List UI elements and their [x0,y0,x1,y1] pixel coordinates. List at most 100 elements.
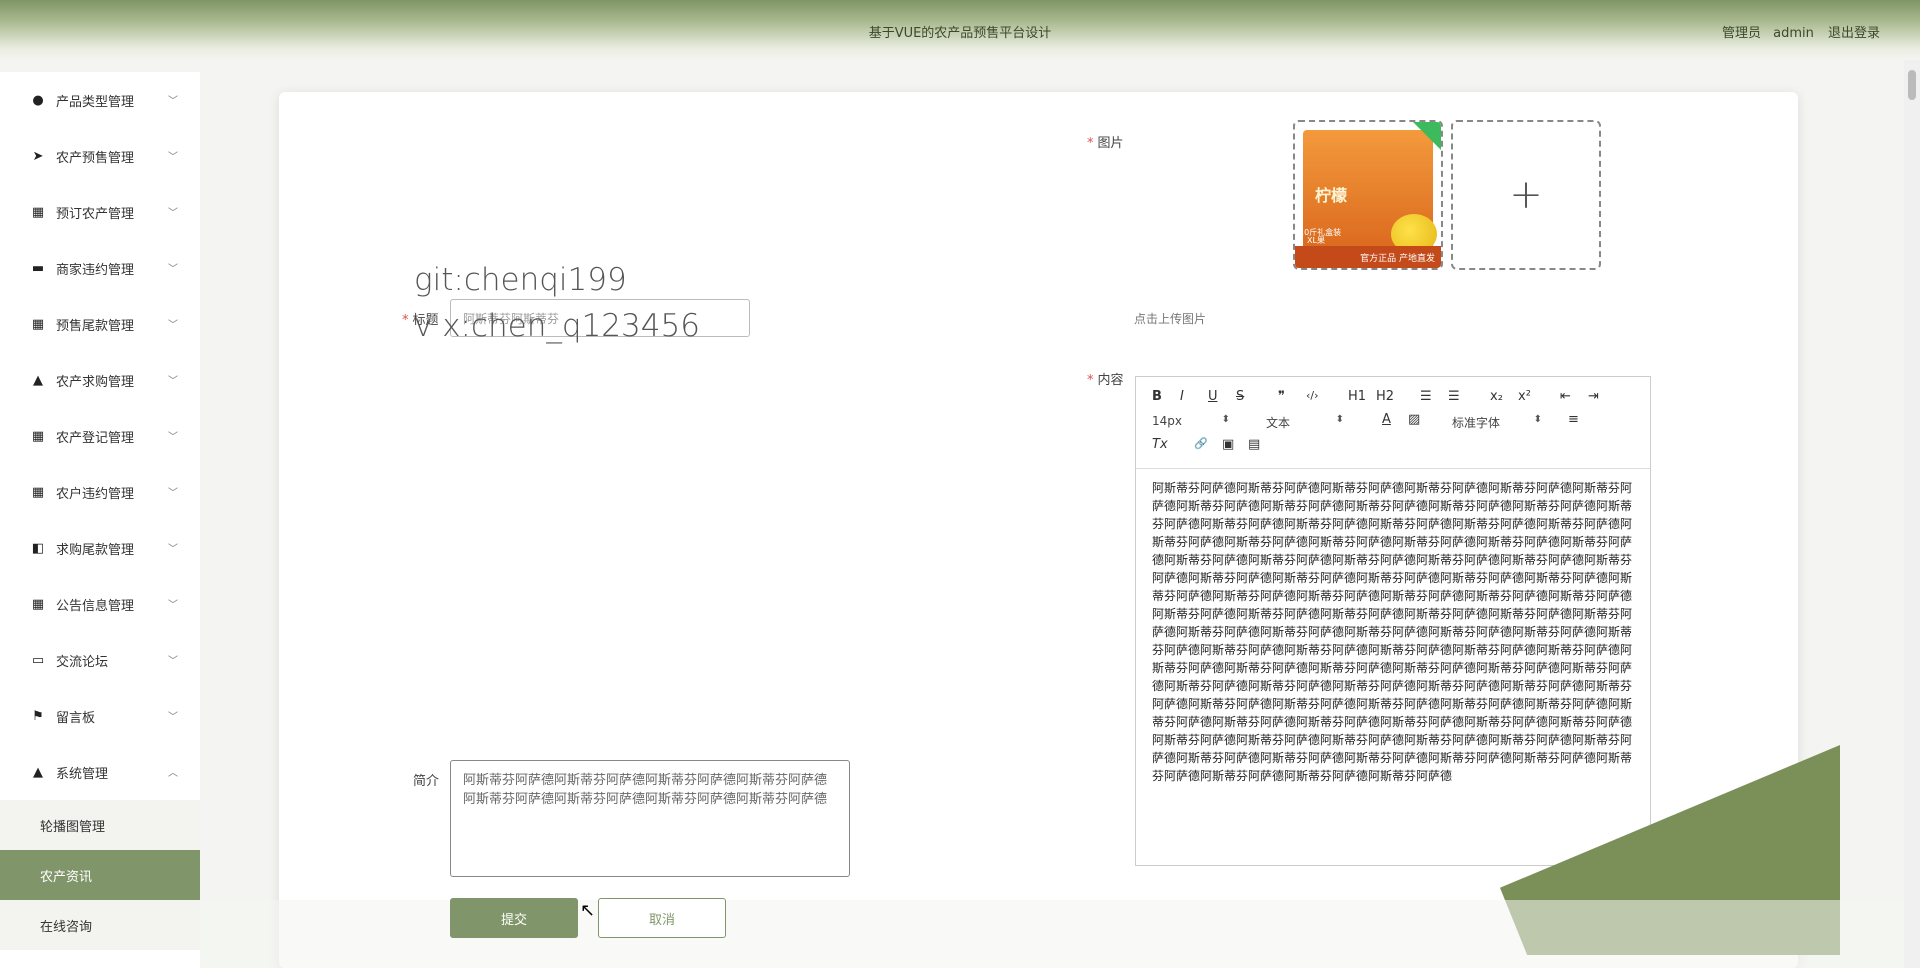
image-label: * 图片 [1087,136,1124,151]
font-size-select[interactable]: 14px [1152,414,1230,428]
sidebar-item-label: 求购尾款管理 [56,542,135,558]
product-name: 柠檬 [1315,186,1348,205]
sidebar-item-booking[interactable]: ▦ 预订农产管理 ﹀ [0,184,200,240]
required-mark: * [1087,373,1094,388]
text-color-button[interactable]: A [1382,412,1391,427]
sidebar-item-product-types[interactable]: ● 产品类型管理 ﹀ [0,72,200,128]
subscript-button[interactable]: x₂ [1490,389,1503,404]
rich-text-editor: B I U S ❞ ‹/› H1 H2 ☰ ☰ x₂ x² ⇤ ⇥ 14px 文… [1135,376,1651,866]
app-title: 基于VUE的农产品预售平台设计 [868,26,1052,41]
sidebar-item-label: 农户违约管理 [56,486,135,502]
watermark-line2: v x:chen_q123456 [414,308,700,344]
sidebar-item-system[interactable]: ▲ 系统管理 ︿ [0,744,200,800]
chevron-down-icon: ﹀ [168,432,178,443]
page-scrollbar[interactable] [1904,60,1920,968]
quote-button[interactable]: ❞ [1278,389,1285,404]
grid-icon: ▦ [31,428,45,444]
chevron-down-icon: ﹀ [168,376,178,387]
clear-format-button[interactable]: Tx [1152,437,1168,452]
image-size: XL果 [1307,236,1325,245]
grid-icon: ▦ [31,316,45,332]
content-label: * 内容 [1087,373,1124,388]
sidebar-item-label: 农产预售管理 [56,150,135,166]
chevron-down-icon: ﹀ [168,320,178,331]
sidebar-item-forum[interactable]: ▭ 交流论坛 ﹀ [0,632,200,688]
chevron-up-icon: ︿ [168,768,178,779]
image-button[interactable]: ▣ [1222,437,1234,452]
chevron-down-icon: ﹀ [168,264,178,275]
watermark-line1: git:chenqi199 [414,262,627,298]
underline-button[interactable]: U [1208,389,1218,404]
indent-button[interactable]: ⇥ [1588,389,1599,404]
chevron-down-icon: ﹀ [168,96,178,107]
sidebar-item-purchase[interactable]: ▲ 农产求购管理 ﹀ [0,352,200,408]
sidebar-item-label: 留言板 [56,710,96,726]
chat-icon: ▭ [31,652,45,668]
sidebar-item-presale[interactable]: ➤ 农产预售管理 ﹀ [0,128,200,184]
person-icon: ▲ [33,764,43,780]
top-header: 基于VUE的农产品预售平台设计 管理员 admin 退出登录 [0,0,1920,60]
block-type-select[interactable]: 文本 [1266,414,1344,431]
sidebar-subitem-consult[interactable]: 在线咨询 [0,900,200,950]
corner-badge [1413,122,1441,150]
uploaded-image[interactable]: 柠檬 10斤礼盒装 XL果 官方正品 产地直发 [1293,120,1443,270]
background-color-button[interactable]: ▨ [1408,412,1420,427]
mouse-cursor-icon: ↖ [580,900,596,921]
bullet-list-button[interactable]: ☰ [1448,389,1460,404]
sidebar-item-purchase-balance[interactable]: ◧ 求购尾款管理 ﹀ [0,520,200,576]
username: admin [1773,26,1814,41]
align-button[interactable]: ≡ [1568,412,1579,427]
plus-icon: + [1509,172,1543,218]
sidebar-item-label: 公告信息管理 [56,598,135,614]
chevron-down-icon: ﹀ [168,544,178,555]
chevron-down-icon: ﹀ [168,208,178,219]
person-icon: ▲ [33,372,43,388]
chevron-down-icon: ﹀ [168,712,178,723]
strike-button[interactable]: S [1236,389,1244,404]
required-mark: * [1087,136,1094,151]
chevron-down-icon: ﹀ [168,600,178,611]
chevron-down-icon: ﹀ [168,488,178,499]
outdent-button[interactable]: ⇤ [1560,389,1571,404]
sidebar-item-notices[interactable]: ▦ 公告信息管理 ﹀ [0,576,200,632]
code-button[interactable]: ‹/› [1306,389,1319,402]
editor-toolbar: B I U S ❞ ‹/› H1 H2 ☰ ☰ x₂ x² ⇤ ⇥ 14px 文… [1136,377,1650,469]
required-mark: * [402,313,409,328]
font-family-select[interactable]: 标准字体 [1452,414,1542,431]
laptop-icon: ▬ [31,260,45,276]
sidebar-item-registration[interactable]: ▦ 农产登记管理 ﹀ [0,408,200,464]
scrollbar-thumb[interactable] [1908,70,1916,100]
send-icon: ➤ [32,148,44,164]
cancel-button[interactable]: 取消 [598,898,726,938]
sidebar-item-label: 产品类型管理 [56,94,135,110]
ordered-list-button[interactable]: ☰ [1420,389,1432,404]
italic-button[interactable]: I [1180,389,1184,404]
intro-textarea[interactable]: 阿斯蒂芬阿萨德阿斯蒂芬阿萨德阿斯蒂芬阿萨德阿斯蒂芬阿萨德阿斯蒂芬阿萨德阿斯蒂芬阿… [450,760,850,877]
sidebar-item-label: 预售尾款管理 [56,318,135,334]
pin-icon: ● [32,92,44,108]
sidebar-item-messages[interactable]: ⚑ 留言板 ﹀ [0,688,200,744]
link-button[interactable]: 🔗 [1194,437,1208,450]
superscript-button[interactable]: x² [1518,389,1531,404]
h1-button[interactable]: H1 [1348,389,1366,404]
h2-button[interactable]: H2 [1376,389,1394,404]
editor-content[interactable]: 阿斯蒂芬阿萨德阿斯蒂芬阿萨德阿斯蒂芬阿萨德阿斯蒂芬阿萨德阿斯蒂芬阿萨德阿斯蒂芬阿… [1136,469,1650,865]
sidebar-item-label: 交流论坛 [56,654,109,670]
sidebar: ● 产品类型管理 ﹀ ➤ 农产预售管理 ﹀ ▦ 预订农产管理 ﹀ ▬ 商家违约管… [0,72,200,968]
grid-icon: ▦ [31,596,45,612]
add-image-button[interactable]: + [1451,120,1601,270]
product-banner: 官方正品 产地直发 [1295,246,1441,268]
sidebar-item-label: 系统管理 [56,766,109,782]
grid-icon: ▦ [31,484,45,500]
bold-button[interactable]: B [1152,389,1162,404]
sidebar-subitem-news[interactable]: 农产资讯 [0,850,200,900]
sidebar-subitem-carousel[interactable]: 轮播图管理 [0,800,200,850]
video-button[interactable]: ▤ [1248,437,1260,452]
sidebar-item-farmer-default[interactable]: ▦ 农户违约管理 ﹀ [0,464,200,520]
chevron-down-icon: ﹀ [168,152,178,163]
submit-button[interactable]: 提交 [450,898,578,938]
upload-hint: 点击上传图片 [1134,312,1207,326]
logout-link[interactable]: 退出登录 [1828,26,1880,41]
sidebar-item-merchant-default[interactable]: ▬ 商家违约管理 ﹀ [0,240,200,296]
sidebar-item-presale-balance[interactable]: ▦ 预售尾款管理 ﹀ [0,296,200,352]
